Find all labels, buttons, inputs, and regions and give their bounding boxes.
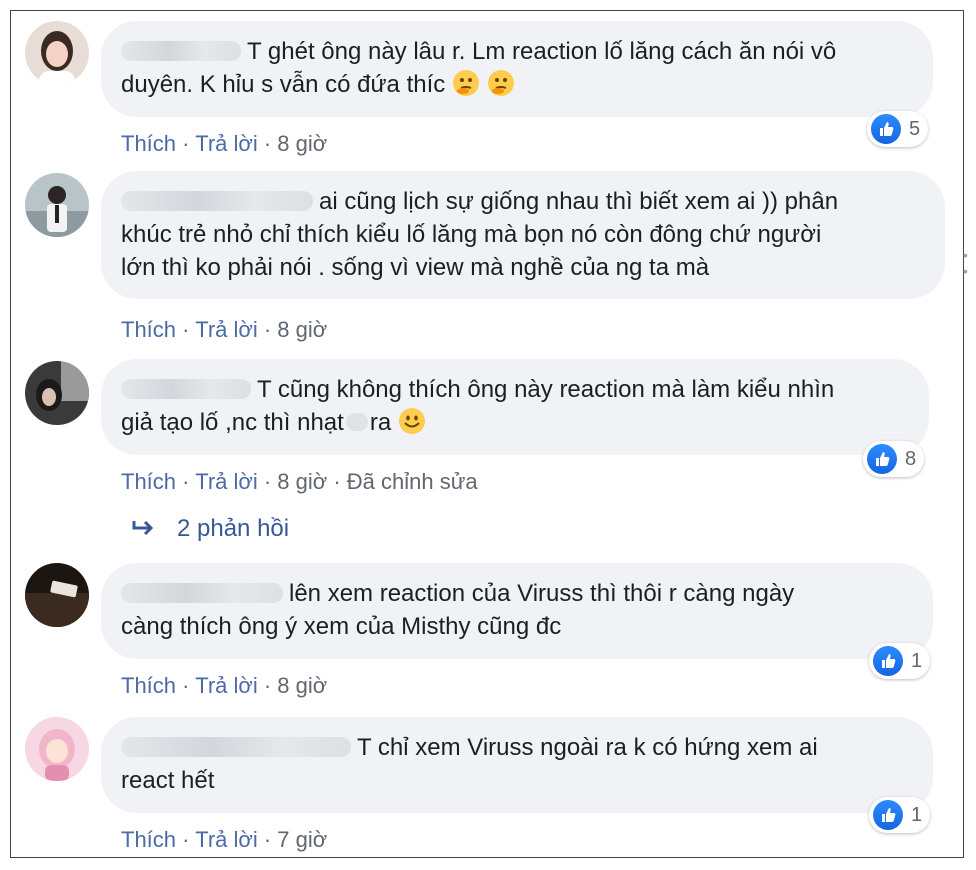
commenter-name[interactable] <box>121 190 313 211</box>
thumbs-up-icon <box>867 444 897 474</box>
comment-bubble: T ghét ông này lâu r. Lm reaction lố lăn… <box>101 21 933 117</box>
comment-text-line: càng thích ông ý xem của Misthy cũng đc <box>121 613 562 640</box>
edited-label[interactable]: Đã chỉnh sửa <box>347 469 478 494</box>
comment-text-line: lớn thì ko phải nói . sống vì view mà ng… <box>121 254 710 281</box>
separator: · <box>182 827 190 852</box>
comment-text-line: ai cũng lịch sự giống nhau thì biết xem … <box>319 188 839 215</box>
reaction-counter[interactable]: 8 <box>863 441 925 477</box>
comment-text-line: T cũng không thích ông này reaction mà l… <box>257 376 835 403</box>
avatar[interactable] <box>25 717 89 781</box>
comment-bubble: lên xem reaction của Viruss thì thôi r c… <box>101 563 933 659</box>
avatar[interactable] <box>25 361 89 425</box>
replies-count-label: 2 phản hồi <box>177 515 290 542</box>
reaction-count: 5 <box>909 117 921 140</box>
reaction-counter[interactable]: 1 <box>869 643 931 679</box>
comment-actions: Thích · Trả lời · 8 giờ <box>121 317 327 343</box>
timestamp[interactable]: 8 giờ <box>277 673 327 698</box>
comment-section: T ghét ông này lâu r. Lm reaction lố lăn… <box>10 10 968 858</box>
reaction-count: 1 <box>911 649 923 672</box>
separator: · <box>263 827 272 852</box>
avatar[interactable] <box>25 563 89 627</box>
comment-text-line: react hết <box>121 767 215 794</box>
comment-text-line: giả tạo lố ,nc thì nhạt <box>121 409 344 436</box>
reply-arrow-icon <box>132 520 154 536</box>
comment-actions: Thích · Trả lời · 7 giờ <box>121 827 327 853</box>
censored-text <box>345 412 368 431</box>
avatar[interactable] <box>25 173 89 237</box>
separator: · <box>263 673 272 698</box>
separator: · <box>182 673 190 698</box>
like-link[interactable]: Thích <box>121 317 176 342</box>
comment-text-line: T ghét ông này lâu r. Lm reaction lố lăn… <box>247 38 837 65</box>
like-link[interactable]: Thích <box>121 469 176 494</box>
separator: · <box>263 469 272 494</box>
timestamp[interactable]: 8 giờ <box>277 317 327 342</box>
commenter-name[interactable] <box>121 736 351 757</box>
reply-link[interactable]: Trả lời <box>195 469 258 494</box>
commenter-name[interactable] <box>121 40 241 61</box>
separator: · <box>182 317 190 342</box>
like-link[interactable]: Thích <box>121 131 176 156</box>
comment-text-line: lên xem reaction của Viruss thì thôi r c… <box>289 580 795 607</box>
thinking-face-icon <box>452 69 479 96</box>
comment-bubble: T chỉ xem Viruss ngoài ra k có hứng xem … <box>101 717 933 813</box>
comment-text-line: ra <box>369 409 392 436</box>
commenter-name[interactable] <box>121 378 251 399</box>
timestamp[interactable]: 8 giờ <box>277 131 327 156</box>
reply-link[interactable]: Trả lời <box>195 827 258 852</box>
thumbs-up-icon <box>873 646 903 676</box>
comment-actions: Thích · Trả lời · 8 giờ <box>121 673 327 699</box>
thinking-face-icon <box>487 69 514 96</box>
reaction-count: 8 <box>905 447 917 470</box>
comment-actions: Thích · Trả lời · 8 giờ · Đã chỉnh sửa <box>121 469 478 495</box>
reaction-count: 1 <box>911 803 923 826</box>
comment-actions: Thích · Trả lời · 8 giờ <box>121 131 327 157</box>
timestamp[interactable]: 7 giờ <box>277 827 327 852</box>
comment-text-line: duyên. K hỉu s vẫn có đứa thíc <box>121 71 446 98</box>
comment-text-line: T chỉ xem Viruss ngoài ra k có hứng xem … <box>357 734 818 761</box>
separator: · <box>182 131 190 156</box>
view-replies-link[interactable]: 2 phản hồi <box>131 515 289 543</box>
smiling-face-icon <box>398 407 425 434</box>
thumbs-up-icon <box>871 114 901 144</box>
separator: · <box>263 317 272 342</box>
reply-link[interactable]: Trả lời <box>195 673 258 698</box>
reaction-counter[interactable]: 5 <box>867 111 929 147</box>
reply-link[interactable]: Trả lời <box>195 317 258 342</box>
thumbs-up-icon <box>873 800 903 830</box>
reply-link[interactable]: Trả lời <box>195 131 258 156</box>
avatar[interactable] <box>25 21 89 85</box>
timestamp[interactable]: 8 giờ <box>277 469 327 494</box>
separator: · <box>263 131 272 156</box>
more-dots-icon[interactable]: • • <box>963 247 969 279</box>
like-link[interactable]: Thích <box>121 673 176 698</box>
commenter-name[interactable] <box>121 582 283 603</box>
comment-text-line: khúc trẻ nhỏ chỉ thích kiểu lố lăng mà b… <box>121 221 822 248</box>
comment-bubble: ai cũng lịch sự giống nhau thì biết xem … <box>101 171 945 299</box>
separator: · <box>333 469 341 494</box>
separator: · <box>182 469 190 494</box>
like-link[interactable]: Thích <box>121 827 176 852</box>
reaction-counter[interactable]: 1 <box>869 797 931 833</box>
comment-bubble: T cũng không thích ông này reaction mà l… <box>101 359 929 455</box>
